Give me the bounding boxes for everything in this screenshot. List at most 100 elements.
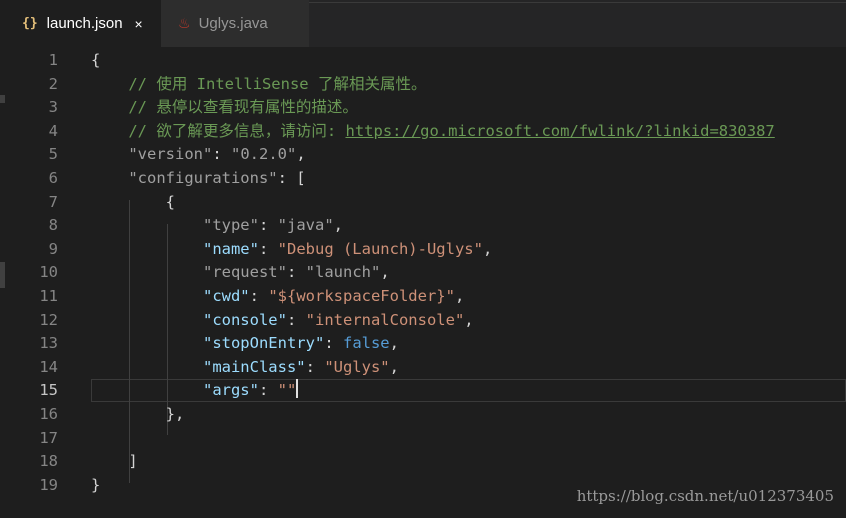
code-token: // 使用 IntelliSense 了解相关属性。 [91, 74, 427, 93]
code-token: : [212, 145, 231, 164]
code-token: : [305, 357, 325, 376]
line-code: "version": "0.2.0", [91, 142, 306, 166]
line-code: "type": "java", [91, 213, 343, 237]
code-line[interactable]: 12 "console": "internalConsole", [0, 308, 846, 332]
code-token: , [389, 334, 399, 353]
tab-uglys-java[interactable]: ♨ Uglys.java [161, 0, 309, 47]
line-code: "console": "internalConsole", [91, 308, 474, 332]
code-token: // 欲了解更多信息，请访问: [91, 121, 346, 140]
tab-bar: {} launch.json × ♨ Uglys.java [0, 0, 846, 47]
code-token: "Uglys" [324, 357, 390, 376]
code-token: " [277, 381, 287, 400]
code-token: , [380, 263, 390, 282]
hyperlink[interactable]: https://go.microsoft.com/fwlink/?linkid=… [346, 122, 775, 140]
code-token: , [464, 310, 474, 329]
code-token: }, [91, 405, 185, 423]
code-line[interactable]: 13 "stopOnEntry": false, [0, 331, 846, 355]
line-code: "name": "Debug (Launch)-Uglys", [91, 237, 492, 261]
code-token: { [91, 51, 101, 69]
code-line[interactable]: 10 "request": "launch", [0, 260, 846, 284]
code-token: } [91, 475, 101, 494]
code-token: "console" [202, 310, 287, 329]
code-token: : [249, 287, 269, 305]
code-line[interactable]: 9 "name": "Debug (Launch)-Uglys", [0, 237, 846, 261]
code-token: false [342, 334, 390, 353]
code-line[interactable]: 18 ] [0, 449, 846, 473]
code-token: : [324, 334, 343, 353]
code-token: "type" [202, 216, 259, 235]
code-line[interactable]: 7 { [0, 190, 846, 214]
line-code: // 使用 IntelliSense 了解相关属性。 [91, 72, 426, 96]
line-number: 8 [48, 216, 58, 235]
code-line[interactable]: 1{ [0, 48, 846, 72]
code-token: "mainClass" [202, 357, 306, 376]
code-editor[interactable]: 1{2 // 使用 IntelliSense 了解相关属性。 3 // 悬停以查看… [0, 47, 846, 518]
line-number: 17 [39, 428, 58, 447]
close-icon[interactable]: × [135, 16, 143, 32]
code-token: "configurations" [128, 169, 278, 187]
code-token: "request" [202, 263, 287, 282]
line-code: "cwd": "${workspaceFolder}", [91, 284, 464, 308]
line-number: 18 [39, 452, 58, 471]
code-token: , [333, 216, 343, 235]
code-token: "stopOnEntry" [202, 334, 325, 353]
line-number: 9 [48, 239, 58, 258]
code-token: " [287, 381, 297, 400]
code-token: : [258, 381, 278, 400]
code-token: "${workspaceFolder}" [268, 287, 455, 305]
code-token: "args" [202, 381, 259, 400]
code-token: : [ [277, 169, 306, 187]
line-number: 3 [48, 98, 58, 117]
line-number: 14 [39, 357, 58, 376]
line-number: 6 [48, 169, 58, 187]
code-line[interactable]: 5 "version": "0.2.0", [0, 142, 846, 166]
code-token: , [296, 145, 306, 164]
code-token: "java" [277, 216, 334, 235]
code-line[interactable]: 6 "configurations": [ [0, 166, 846, 190]
code-line[interactable]: 14 "mainClass": "Uglys", [0, 355, 846, 379]
code-line[interactable]: 15 "args": "" [0, 378, 846, 402]
text-cursor [296, 379, 299, 399]
code-token: : [258, 239, 278, 258]
code-token: "0.2.0" [231, 145, 297, 164]
line-number: 10 [39, 263, 58, 282]
line-code: "args": "" [91, 378, 299, 402]
line-code: }, [91, 402, 185, 426]
line-code: "request": "launch", [91, 260, 390, 284]
line-number: 12 [39, 310, 58, 329]
tab-launch-json[interactable]: {} launch.json × [0, 0, 161, 47]
code-token: { [91, 192, 175, 211]
code-token: "Debug (Launch)-Uglys" [277, 239, 483, 258]
line-code: // 悬停以查看现有属性的描述。 [91, 95, 358, 119]
code-token: ] [91, 452, 138, 471]
code-line[interactable]: 11 "cwd": "${workspaceFolder}", [0, 284, 846, 308]
line-code: // 欲了解更多信息，请访问: https://go.microsoft.com… [91, 119, 775, 143]
code-token: "version" [128, 145, 213, 164]
code-line[interactable]: 16 }, [0, 402, 846, 426]
code-token: // 悬停以查看现有属性的描述。 [91, 98, 358, 117]
code-line[interactable]: 17 [0, 426, 846, 450]
json-file-icon: {} [22, 16, 38, 31]
line-number: 11 [39, 287, 58, 305]
code-token: , [389, 357, 399, 376]
line-number: 2 [48, 74, 58, 93]
code-line[interactable]: 8 "type": "java", [0, 213, 846, 237]
code-line[interactable]: 2 // 使用 IntelliSense 了解相关属性。 [0, 72, 846, 96]
watermark: https://blog.csdn.net/u012373405 [576, 487, 834, 505]
code-line[interactable]: 4 // 欲了解更多信息，请访问: https://go.microsoft.c… [0, 119, 846, 143]
line-number: 1 [48, 51, 58, 69]
code-token: "cwd" [202, 287, 250, 305]
line-code: "configurations": [ [91, 166, 306, 190]
code-line[interactable]: 3 // 悬停以查看现有属性的描述。 [0, 95, 846, 119]
code-token: "name" [202, 239, 259, 258]
line-number: 19 [39, 475, 58, 494]
line-number: 13 [39, 334, 58, 353]
line-number: 7 [48, 192, 58, 211]
